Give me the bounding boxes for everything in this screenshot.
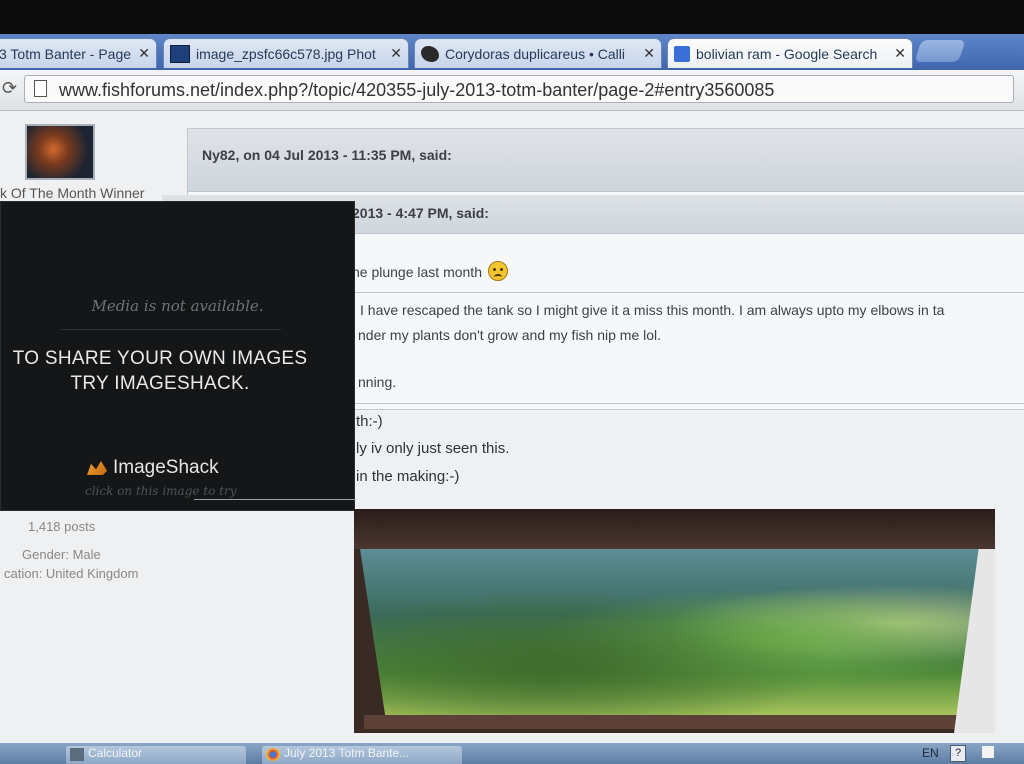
page-icon	[34, 80, 47, 97]
flag-icon[interactable]	[982, 746, 994, 758]
tab-label: 3 Totm Banter - Page	[0, 45, 132, 62]
quote-line: he plunge last month	[352, 261, 508, 281]
chrome-icon	[266, 748, 280, 761]
try-imageshack-text: TRY IMAGESHACK.	[70, 373, 250, 394]
quote-line: nning.	[358, 374, 397, 390]
taskbar: Calculator July 2013 Totm Bante... EN ?	[0, 743, 1024, 764]
gender-field: Gender: Male	[22, 547, 101, 562]
imageshack-placeholder[interactable]: Media is not available. TO SHARE YOUR OW…	[0, 201, 356, 511]
quote-line: I have rescaped the tank so I might give…	[360, 302, 945, 318]
fish-icon	[421, 45, 439, 62]
click-to-try-text: click on this image to try	[85, 484, 237, 498]
calculator-icon	[70, 748, 84, 761]
tank-cabinet	[364, 715, 984, 729]
tab-google-search[interactable]: bolivian ram - Google Search ✕	[667, 38, 913, 68]
help-icon[interactable]: ?	[950, 745, 966, 762]
imageshack-icon	[87, 461, 107, 475]
divider	[61, 329, 281, 330]
taskbar-label: Calculator	[88, 746, 143, 760]
logo-text: ImageShack	[113, 457, 219, 478]
nested-quote-citation[interactable]: 2013 - 4:47 PM, said:	[352, 205, 489, 221]
new-tab-button[interactable]	[914, 40, 966, 62]
close-icon[interactable]: ✕	[643, 45, 655, 62]
photobucket-icon	[170, 44, 190, 63]
share-images-text: TO SHARE YOUR OWN IMAGES	[12, 348, 308, 369]
google-icon	[674, 45, 690, 62]
post-text: th:-)	[356, 413, 383, 430]
taskbar-label: July 2013 Totm Bante...	[284, 746, 410, 760]
taskbar-item-browser[interactable]: July 2013 Totm Bante...	[262, 746, 462, 764]
tab-strip: 3 Totm Banter - Page ✕ image_zpsfc66c578…	[0, 34, 1024, 70]
taskbar-item-calculator[interactable]: Calculator	[66, 746, 246, 764]
tab-label: bolivian ram - Google Search	[696, 45, 878, 62]
tab-corydoras[interactable]: Corydoras duplicareus • Calli ✕	[414, 38, 662, 68]
imageshack-logo: ImageShack	[87, 457, 219, 479]
location-field: cation: United Kingdom	[4, 566, 139, 581]
tab-label: image_zpsfc66c578.jpg Phot	[196, 45, 376, 62]
sad-face-icon	[487, 261, 508, 281]
tab-image-photo[interactable]: image_zpsfc66c578.jpg Phot ✕	[163, 38, 409, 68]
close-icon[interactable]: ✕	[390, 45, 402, 62]
reload-icon[interactable]: ⟳	[2, 78, 17, 99]
avatar[interactable]	[25, 124, 95, 180]
tank-hood	[354, 509, 995, 549]
quote-text: he plunge last month	[352, 264, 482, 280]
post-text: ly iv only just seen this.	[356, 440, 510, 457]
browser-toolbar: ⟳ www.fishforums.net/index.php?/topic/42…	[0, 70, 1024, 111]
media-unavailable-text: Media is not available.	[91, 297, 264, 315]
post-text: in the making:-)	[356, 468, 460, 485]
tab-totm-banter[interactable]: 3 Totm Banter - Page ✕	[0, 38, 157, 68]
language-indicator[interactable]: EN	[922, 746, 939, 760]
quote-line: nder my plants don't grow and my fish ni…	[358, 327, 662, 343]
address-bar[interactable]: www.fishforums.net/index.php?/topic/4203…	[24, 75, 1014, 103]
close-icon[interactable]: ✕	[138, 45, 150, 62]
quote-citation[interactable]: Ny82, on 04 Jul 2013 - 11:35 PM, said:	[202, 147, 452, 163]
member-title: k Of The Month Winner	[0, 185, 145, 201]
tank-plants	[360, 549, 988, 715]
close-icon[interactable]: ✕	[894, 45, 906, 62]
quote-header: Ny82, on 04 Jul 2013 - 11:35 PM, said:	[188, 129, 1024, 192]
underline	[194, 499, 356, 500]
url-text[interactable]: www.fishforums.net/index.php?/topic/4203…	[59, 80, 774, 101]
tab-label: Corydoras duplicareus • Calli	[445, 45, 625, 62]
aquarium-photo[interactable]	[354, 509, 995, 733]
post-count: 1,418 posts	[28, 519, 96, 534]
